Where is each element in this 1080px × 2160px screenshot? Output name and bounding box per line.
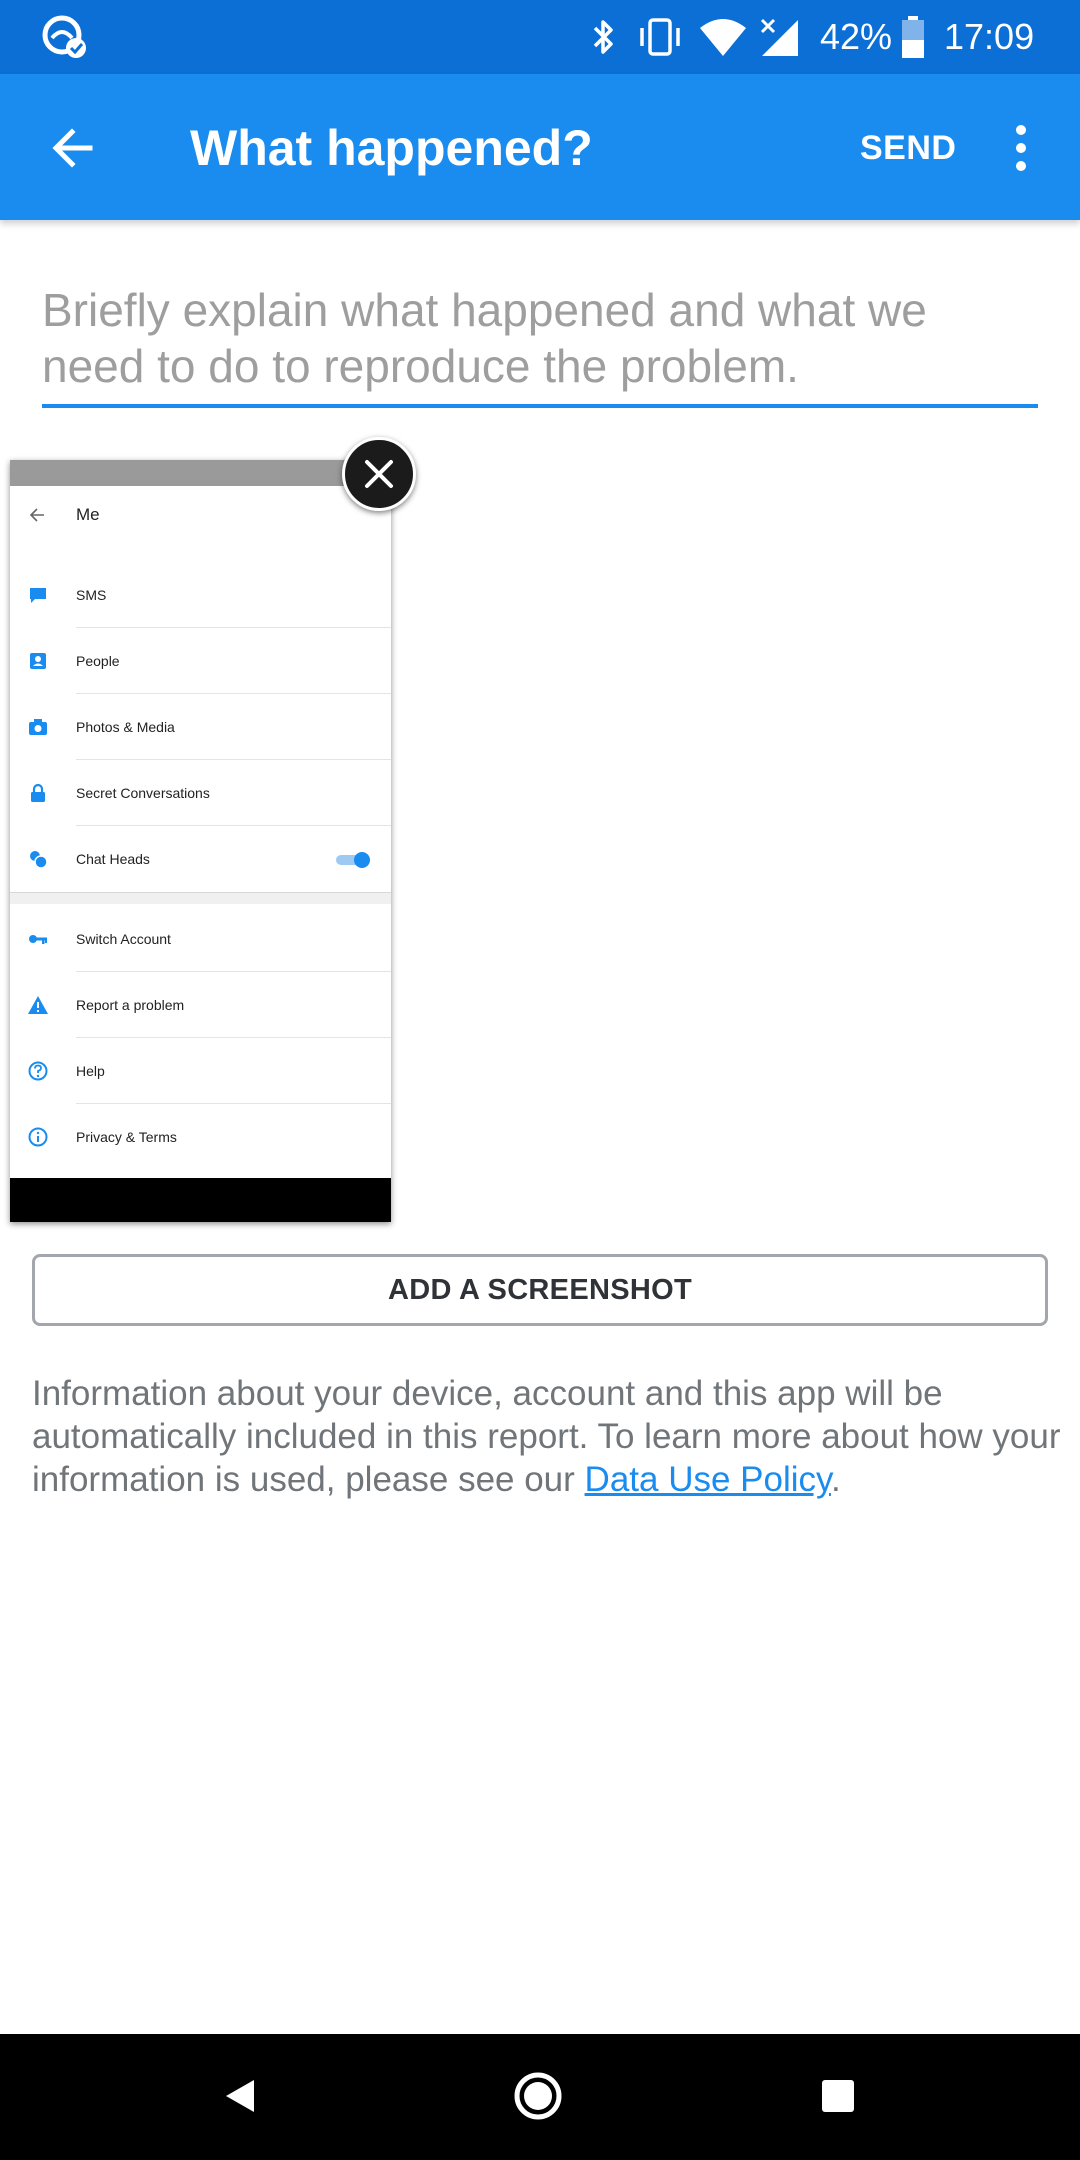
back-arrow-icon[interactable] <box>44 118 104 178</box>
preview-item-chat-heads: Chat Heads <box>10 826 391 892</box>
app-notification-icon <box>42 15 86 58</box>
preview-item-label: Switch Account <box>76 931 171 947</box>
battery-icon <box>902 16 924 58</box>
preview-item-privacy: Privacy & Terms <box>10 1104 391 1170</box>
preview-back-icon <box>29 508 44 522</box>
preview-nav-bar <box>10 1178 391 1222</box>
info-text: Information about your device, account a… <box>32 1372 1062 1501</box>
bluetooth-icon <box>593 20 613 54</box>
description-placeholder: Briefly explain what happened and what w… <box>42 284 927 392</box>
screenshot-preview[interactable]: Me SMS People Photos & Media Secret Conv… <box>10 460 391 1222</box>
chat-heads-toggle <box>336 852 370 868</box>
status-bar: 42% 17:09 <box>0 0 1080 74</box>
signal-icon <box>760 18 798 56</box>
chat-heads-icon <box>30 851 48 869</box>
add-screenshot-label: ADD A SCREENSHOT <box>388 1274 692 1306</box>
section-divider <box>10 892 391 904</box>
preview-status-bar <box>10 460 391 486</box>
info-body: Information about your device, account a… <box>32 1374 1061 1499</box>
add-screenshot-button[interactable]: ADD A SCREENSHOT <box>32 1254 1048 1326</box>
preview-item-report: Report a problem <box>10 972 391 1038</box>
info-end: . <box>830 1460 841 1499</box>
more-vert-icon[interactable] <box>1006 118 1036 178</box>
preview-item-label: People <box>76 653 120 669</box>
preview-header: Me <box>10 486 391 546</box>
preview-item-label: Report a problem <box>76 997 185 1013</box>
warning-icon <box>28 996 48 1014</box>
page-title: What happened? <box>190 120 593 176</box>
chat-bubble-icon <box>30 588 46 603</box>
preview-item-label: Help <box>76 1063 105 1079</box>
preview-item-photos: Photos & Media <box>10 694 391 760</box>
description-input[interactable]: Briefly explain what happened and what w… <box>42 282 1038 408</box>
preview-item-sms: SMS <box>10 562 391 628</box>
home-circle-icon[interactable] <box>506 2064 570 2128</box>
app-bar: What happened? SEND <box>0 74 1080 220</box>
clock: 17:09 <box>944 16 1035 57</box>
remove-screenshot-button[interactable] <box>342 437 416 511</box>
camera-icon <box>29 719 47 735</box>
contact-icon <box>30 653 46 669</box>
info-icon <box>28 1127 48 1147</box>
help-icon <box>28 1061 48 1081</box>
back-triangle-icon[interactable] <box>208 2064 272 2128</box>
preview-item-people: People <box>10 628 391 694</box>
preview-item-secret: Secret Conversations <box>10 760 391 826</box>
preview-item-label: Secret Conversations <box>76 785 210 801</box>
preview-item-label: Chat Heads <box>76 851 150 867</box>
preview-item-label: SMS <box>76 587 107 603</box>
battery-percent: 42% <box>820 16 893 57</box>
preview-item-label: Privacy & Terms <box>76 1129 177 1145</box>
send-button[interactable]: SEND <box>860 126 956 170</box>
preview-item-help: Help <box>10 1038 391 1104</box>
system-nav-bar <box>0 2034 1080 2160</box>
preview-item-label: Photos & Media <box>76 719 175 735</box>
lock-icon <box>31 783 45 802</box>
recents-square-icon[interactable] <box>806 2064 870 2128</box>
preview-title: Me <box>76 505 100 524</box>
vibrate-icon <box>640 18 680 56</box>
data-use-policy-link[interactable]: Data Use Policy <box>585 1460 831 1499</box>
wifi-icon <box>700 19 746 56</box>
preview-item-switch-account: Switch Account <box>10 906 391 972</box>
key-icon <box>29 935 47 944</box>
close-icon <box>365 460 393 488</box>
